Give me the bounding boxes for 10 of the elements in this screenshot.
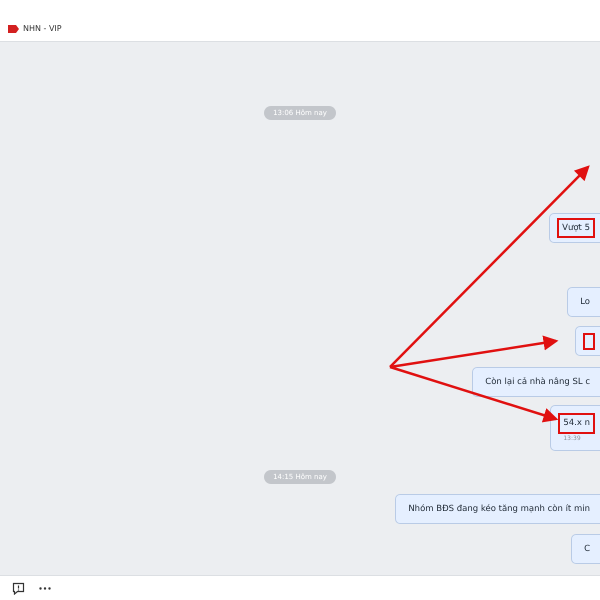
- highlighted-text: Vượt 5: [557, 218, 595, 238]
- highlighted-text: 54.x n: [558, 413, 595, 434]
- message-text: C: [583, 542, 591, 556]
- feedback-icon[interactable]: [12, 582, 25, 594]
- message-text: Nhóm BĐS đang kéo tăng mạnh còn ít min: [407, 502, 591, 516]
- tag-icon: [8, 24, 19, 32]
- group-title: NHN - VIP: [23, 22, 62, 34]
- more-icon[interactable]: [39, 586, 51, 590]
- message-text: Lo: [579, 296, 591, 309]
- message-text: Còn lại cả nhà nâng SL c: [484, 376, 591, 389]
